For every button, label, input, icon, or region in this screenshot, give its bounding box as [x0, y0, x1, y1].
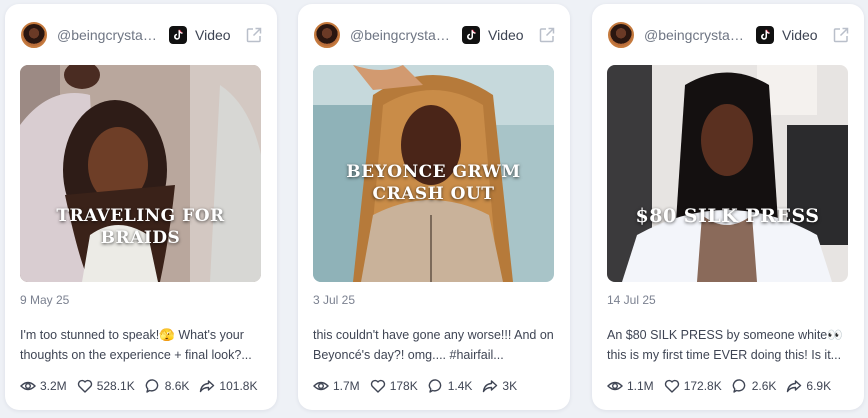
engagement-stats: 1.1M 172.8K 2.6K 6.9K [607, 378, 841, 394]
video-thumbnail[interactable]: TRAVELING FOR BRAIDS [20, 65, 261, 282]
external-link-icon[interactable] [538, 26, 556, 44]
thumbnail-overlay-text: BEYONCE GRWM CRASH OUT [346, 162, 521, 204]
video-card-row: @beingcrystal... Video TRAVELING FOR BRA… [0, 0, 868, 418]
heart-icon [370, 379, 385, 393]
content-type-label: Video [782, 27, 818, 43]
video-thumbnail[interactable]: BEYONCE GRWM CRASH OUT [313, 65, 554, 282]
post-caption: this couldn't have gone any worse!!! And… [313, 328, 554, 362]
post-date: 3 Jul 25 [313, 293, 356, 307]
comments-count: 1.4K [447, 379, 473, 393]
comment-icon [428, 379, 442, 393]
share-icon [787, 380, 802, 393]
external-link-icon[interactable] [245, 26, 263, 44]
comments-stat: 8.6K [145, 378, 190, 394]
creator-handle[interactable]: @beingcrystal... [350, 27, 450, 43]
heart-icon [664, 379, 679, 393]
likes-count: 172.8K [683, 379, 722, 393]
card-header: @beingcrystal... Video [314, 20, 556, 50]
shares-count: 101.8K [219, 379, 258, 393]
comments-count: 8.6K [164, 379, 190, 393]
creator-handle[interactable]: @beingcrystal... [644, 27, 744, 43]
tiktok-icon [169, 26, 187, 44]
shares-stat: 3K [482, 378, 517, 394]
video-card[interactable]: @beingcrystal... Video BEYONCE GRWM CRAS… [298, 4, 570, 410]
post-caption: I'm too stunned to speak!🫣 What's your t… [20, 328, 252, 362]
views-stat: 1.7M [313, 378, 360, 394]
views-stat: 3.2M [20, 378, 67, 394]
eye-icon [20, 381, 36, 391]
comment-icon [145, 379, 159, 393]
likes-count: 178K [389, 379, 418, 393]
views-count: 1.7M [333, 379, 360, 393]
comments-stat: 2.6K [732, 378, 777, 394]
engagement-stats: 1.7M 178K 1.4K 3K [313, 378, 527, 394]
thumbnail-overlay-text: $80 SILK PRESS [635, 205, 820, 227]
share-icon [483, 380, 498, 393]
comments-count: 2.6K [751, 379, 777, 393]
external-link-icon[interactable] [832, 26, 850, 44]
post-date: 9 May 25 [20, 293, 70, 307]
views-stat: 1.1M [607, 378, 654, 394]
video-card[interactable]: @beingcrystal... Video $80 SILK PRESS 14… [592, 4, 864, 410]
card-header: @beingcrystal... Video [608, 20, 850, 50]
avatar[interactable] [314, 22, 340, 48]
shares-count: 3K [502, 379, 518, 393]
content-type-label: Video [488, 27, 524, 43]
eye-icon [313, 381, 329, 391]
shares-count: 6.9K [806, 379, 832, 393]
comment-icon [732, 379, 746, 393]
likes-stat: 178K [370, 378, 418, 394]
video-card[interactable]: @beingcrystal... Video TRAVELING FOR BRA… [5, 4, 277, 410]
comments-stat: 1.4K [428, 378, 473, 394]
video-thumbnail[interactable]: $80 SILK PRESS [607, 65, 848, 282]
share-icon [200, 380, 215, 393]
avatar[interactable] [21, 22, 47, 48]
tiktok-icon [462, 26, 480, 44]
tiktok-icon [756, 26, 774, 44]
card-header: @beingcrystal... Video [21, 20, 263, 50]
engagement-stats: 3.2M 528.1K 8.6K 101.8K [20, 378, 267, 394]
content-type-label: Video [195, 27, 231, 43]
likes-stat: 172.8K [664, 378, 722, 394]
thumbnail-overlay-text: TRAVELING FOR BRAIDS [56, 206, 225, 248]
avatar[interactable] [608, 22, 634, 48]
eye-icon [607, 381, 623, 391]
post-date: 14 Jul 25 [607, 293, 656, 307]
post-caption: An $80 SILK PRESS by someone white👀 this… [607, 328, 843, 362]
views-count: 1.1M [627, 379, 654, 393]
creator-handle[interactable]: @beingcrystal... [57, 27, 157, 43]
views-count: 3.2M [40, 379, 67, 393]
likes-stat: 528.1K [77, 378, 135, 394]
likes-count: 528.1K [96, 379, 135, 393]
shares-stat: 101.8K [199, 378, 257, 394]
shares-stat: 6.9K [786, 378, 831, 394]
heart-icon [77, 379, 92, 393]
